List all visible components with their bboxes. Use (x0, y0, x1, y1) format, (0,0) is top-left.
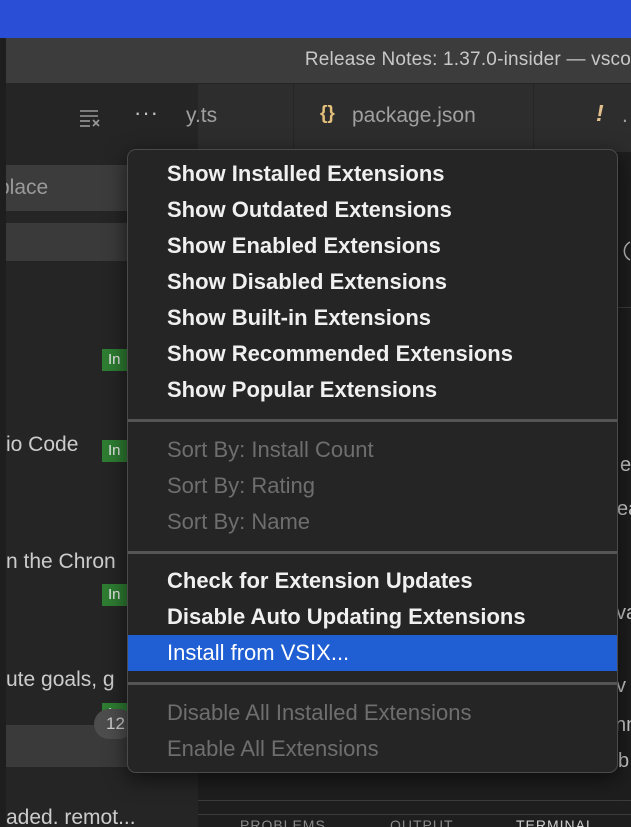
menu-item-check-updates[interactable]: Check for Extension Updates (128, 563, 617, 599)
spinner-icon (623, 241, 631, 261)
menu-item-enable-all: Enable All Extensions (167, 736, 379, 761)
tab-output[interactable]: OUTPUT (390, 817, 454, 827)
menu-item-sort-name: Sort By: Name (167, 509, 311, 534)
json-braces-icon: {} (320, 103, 335, 124)
panel-tab-bar: PROBLEMS OUTPUT TERMINAL (198, 814, 631, 827)
extension-description: n the Chron (6, 550, 116, 573)
menu-item-show-disabled[interactable]: Show Disabled Extensions (128, 264, 617, 300)
menu-item-sort-rating: Sort By: Rating (167, 473, 315, 498)
extension-description: io Code (6, 433, 79, 456)
tab-label: . (622, 104, 628, 127)
menu-item-show-recommended[interactable]: Show Recommended Extensions (128, 336, 617, 372)
editor-text: ea (617, 498, 631, 520)
menu-item-disable-auto-update[interactable]: Disable Auto Updating Extensions (128, 599, 617, 635)
desktop-background (0, 0, 631, 38)
tab-warning-file[interactable]: ! . (534, 84, 631, 152)
menu-item-show-installed[interactable]: Show Installed Extensions (128, 156, 617, 192)
tab-package-json[interactable]: {} package.json (294, 84, 534, 152)
menu-item-show-builtin[interactable]: Show Built-in Extensions (128, 300, 617, 336)
menu-item-sort-install-count: Sort By: Install Count (167, 437, 374, 462)
menu-item-show-outdated[interactable]: Show Outdated Extensions (128, 192, 617, 228)
tab-ts-file[interactable]: y.ts (186, 84, 294, 152)
menu-separator (128, 551, 617, 554)
extension-description: ute goals, g (6, 668, 115, 691)
menu-item-show-popular[interactable]: Show Popular Extensions (128, 372, 617, 408)
tab-label: package.json (352, 104, 476, 127)
tab-label: y.ts (186, 104, 218, 127)
sidebar-header: ··· (6, 84, 198, 152)
tab-terminal[interactable]: TERMINAL (516, 817, 595, 827)
window-title: Release Notes: 1.37.0-insider — vsco (304, 49, 631, 70)
extension-description: aded. remot... (6, 806, 136, 827)
menu-item-install-from-vsix[interactable]: Install from VSIX... (128, 635, 617, 671)
extensions-more-actions-menu: Show Installed Extensions Show Outdated … (127, 149, 618, 773)
menu-item-show-enabled[interactable]: Show Enabled Extensions (128, 228, 617, 264)
editor-text: e (620, 454, 631, 476)
menu-separator (128, 682, 617, 685)
editor-text: va (616, 602, 631, 624)
clear-all-icon[interactable] (78, 106, 102, 130)
window-title-bar: Release Notes: 1.37.0-insider — vsco (6, 38, 631, 84)
editor-tab-bar: y.ts {} package.json ! . (186, 84, 631, 152)
menu-separator (128, 419, 617, 422)
tab-problems[interactable]: PROBLEMS (240, 817, 326, 827)
ellipsis-icon[interactable]: ··· (134, 100, 159, 126)
menu-item-disable-all: Disable All Installed Extensions (167, 700, 472, 725)
panel-divider (198, 800, 631, 801)
editor-text: b (618, 750, 630, 772)
exclamation-icon: ! (596, 100, 604, 126)
